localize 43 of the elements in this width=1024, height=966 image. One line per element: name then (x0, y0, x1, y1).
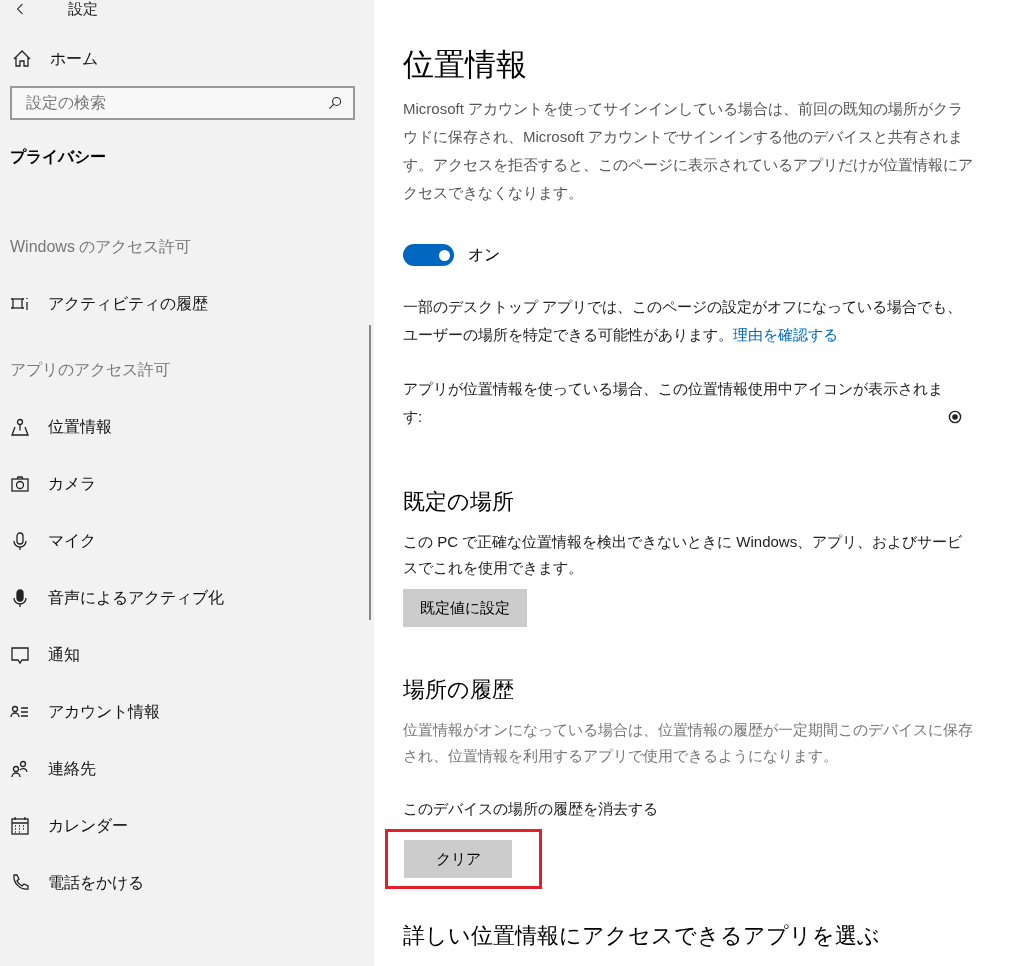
search-field[interactable]: 設定の検索 (10, 86, 355, 120)
section-title: 詳しい位置情報にアクセスできるアプリを選ぶ (403, 922, 881, 950)
speech-bubble-icon (10, 645, 30, 665)
location-in-use-icon (947, 409, 963, 425)
description-text: この PC で正確な位置情報を検出できないときに Windows、アプリ、およびサービスでこれを使用できます。 (403, 532, 964, 578)
sidebar-item[interactable]: 連絡先 (0, 757, 374, 781)
sidebar-item[interactable]: 電話をかける (0, 871, 374, 895)
description-text: 位置情報がオンになっている場合は、位置情報の履歴が一定期間このデバイスに保存され、位置情報を利用するアプリで使用できるようになります。 (403, 720, 974, 766)
page-title: 位置情報 (403, 46, 528, 84)
action-button[interactable]: 既定値に設定 (403, 589, 527, 627)
microphone-icon (10, 588, 30, 608)
search-icon (327, 95, 343, 111)
scrollbar[interactable] (369, 325, 371, 620)
location-pin-icon (10, 417, 30, 437)
people-icon (10, 759, 30, 779)
toggle-switch[interactable] (403, 244, 454, 266)
calendar-icon (10, 816, 30, 836)
action-button[interactable]: クリア (404, 840, 512, 878)
section-heading: Windows のアクセス許可 (9, 237, 193, 257)
subsection-label: このデバイスの場所の履歴を消去する (403, 799, 659, 819)
phone-icon (10, 873, 30, 893)
learn-more-link[interactable]: 理由を確認する (733, 326, 838, 343)
home-icon (12, 49, 32, 69)
microphone-icon (10, 531, 30, 551)
home-link[interactable]: ホーム (50, 47, 98, 71)
camera-icon (10, 474, 30, 494)
sidebar-item[interactable]: マイク (0, 529, 374, 553)
section-title: 既定の場所 (403, 488, 515, 516)
window-title: 設定 (68, 0, 98, 19)
category-heading: プライバシー (9, 147, 107, 167)
sidebar-item[interactable]: 位置情報 (0, 415, 374, 439)
sidebar-item[interactable]: アクティビティの履歴 (0, 292, 374, 316)
sidebar-item[interactable]: アカウント情報 (0, 700, 374, 724)
sidebar-item[interactable]: 通知 (0, 643, 374, 667)
section-title: 場所の履歴 (403, 676, 515, 704)
toggle-label: オン (468, 245, 500, 265)
section-heading: アプリのアクセス許可 (9, 360, 171, 380)
sidebar-item[interactable]: カメラ (0, 472, 374, 496)
description-text: Microsoft アカウントを使ってサインインしている場合は、前回の既知の場所がクラウドに保存され、Microsoft アカウントでサインインする他のデバイスと共有されます。アクセスを拒否すると、このページに表示されているアプリだけが位置情報にアクセスできなくなります。 (403, 99, 974, 203)
description-text: 一部のデスクトップ アプリでは、このページの設定がオフになっている場合でも、ユーザーの場所を特定できる可能性があります。理由を確認する (403, 297, 964, 345)
sidebar-item[interactable]: 音声によるアクティブ化 (0, 586, 374, 610)
description-text: アプリが位置情報を使っている場合、この位置情報使用中アイコンが表示されます: (403, 379, 943, 427)
sidebar-item[interactable]: カレンダー (0, 814, 374, 838)
